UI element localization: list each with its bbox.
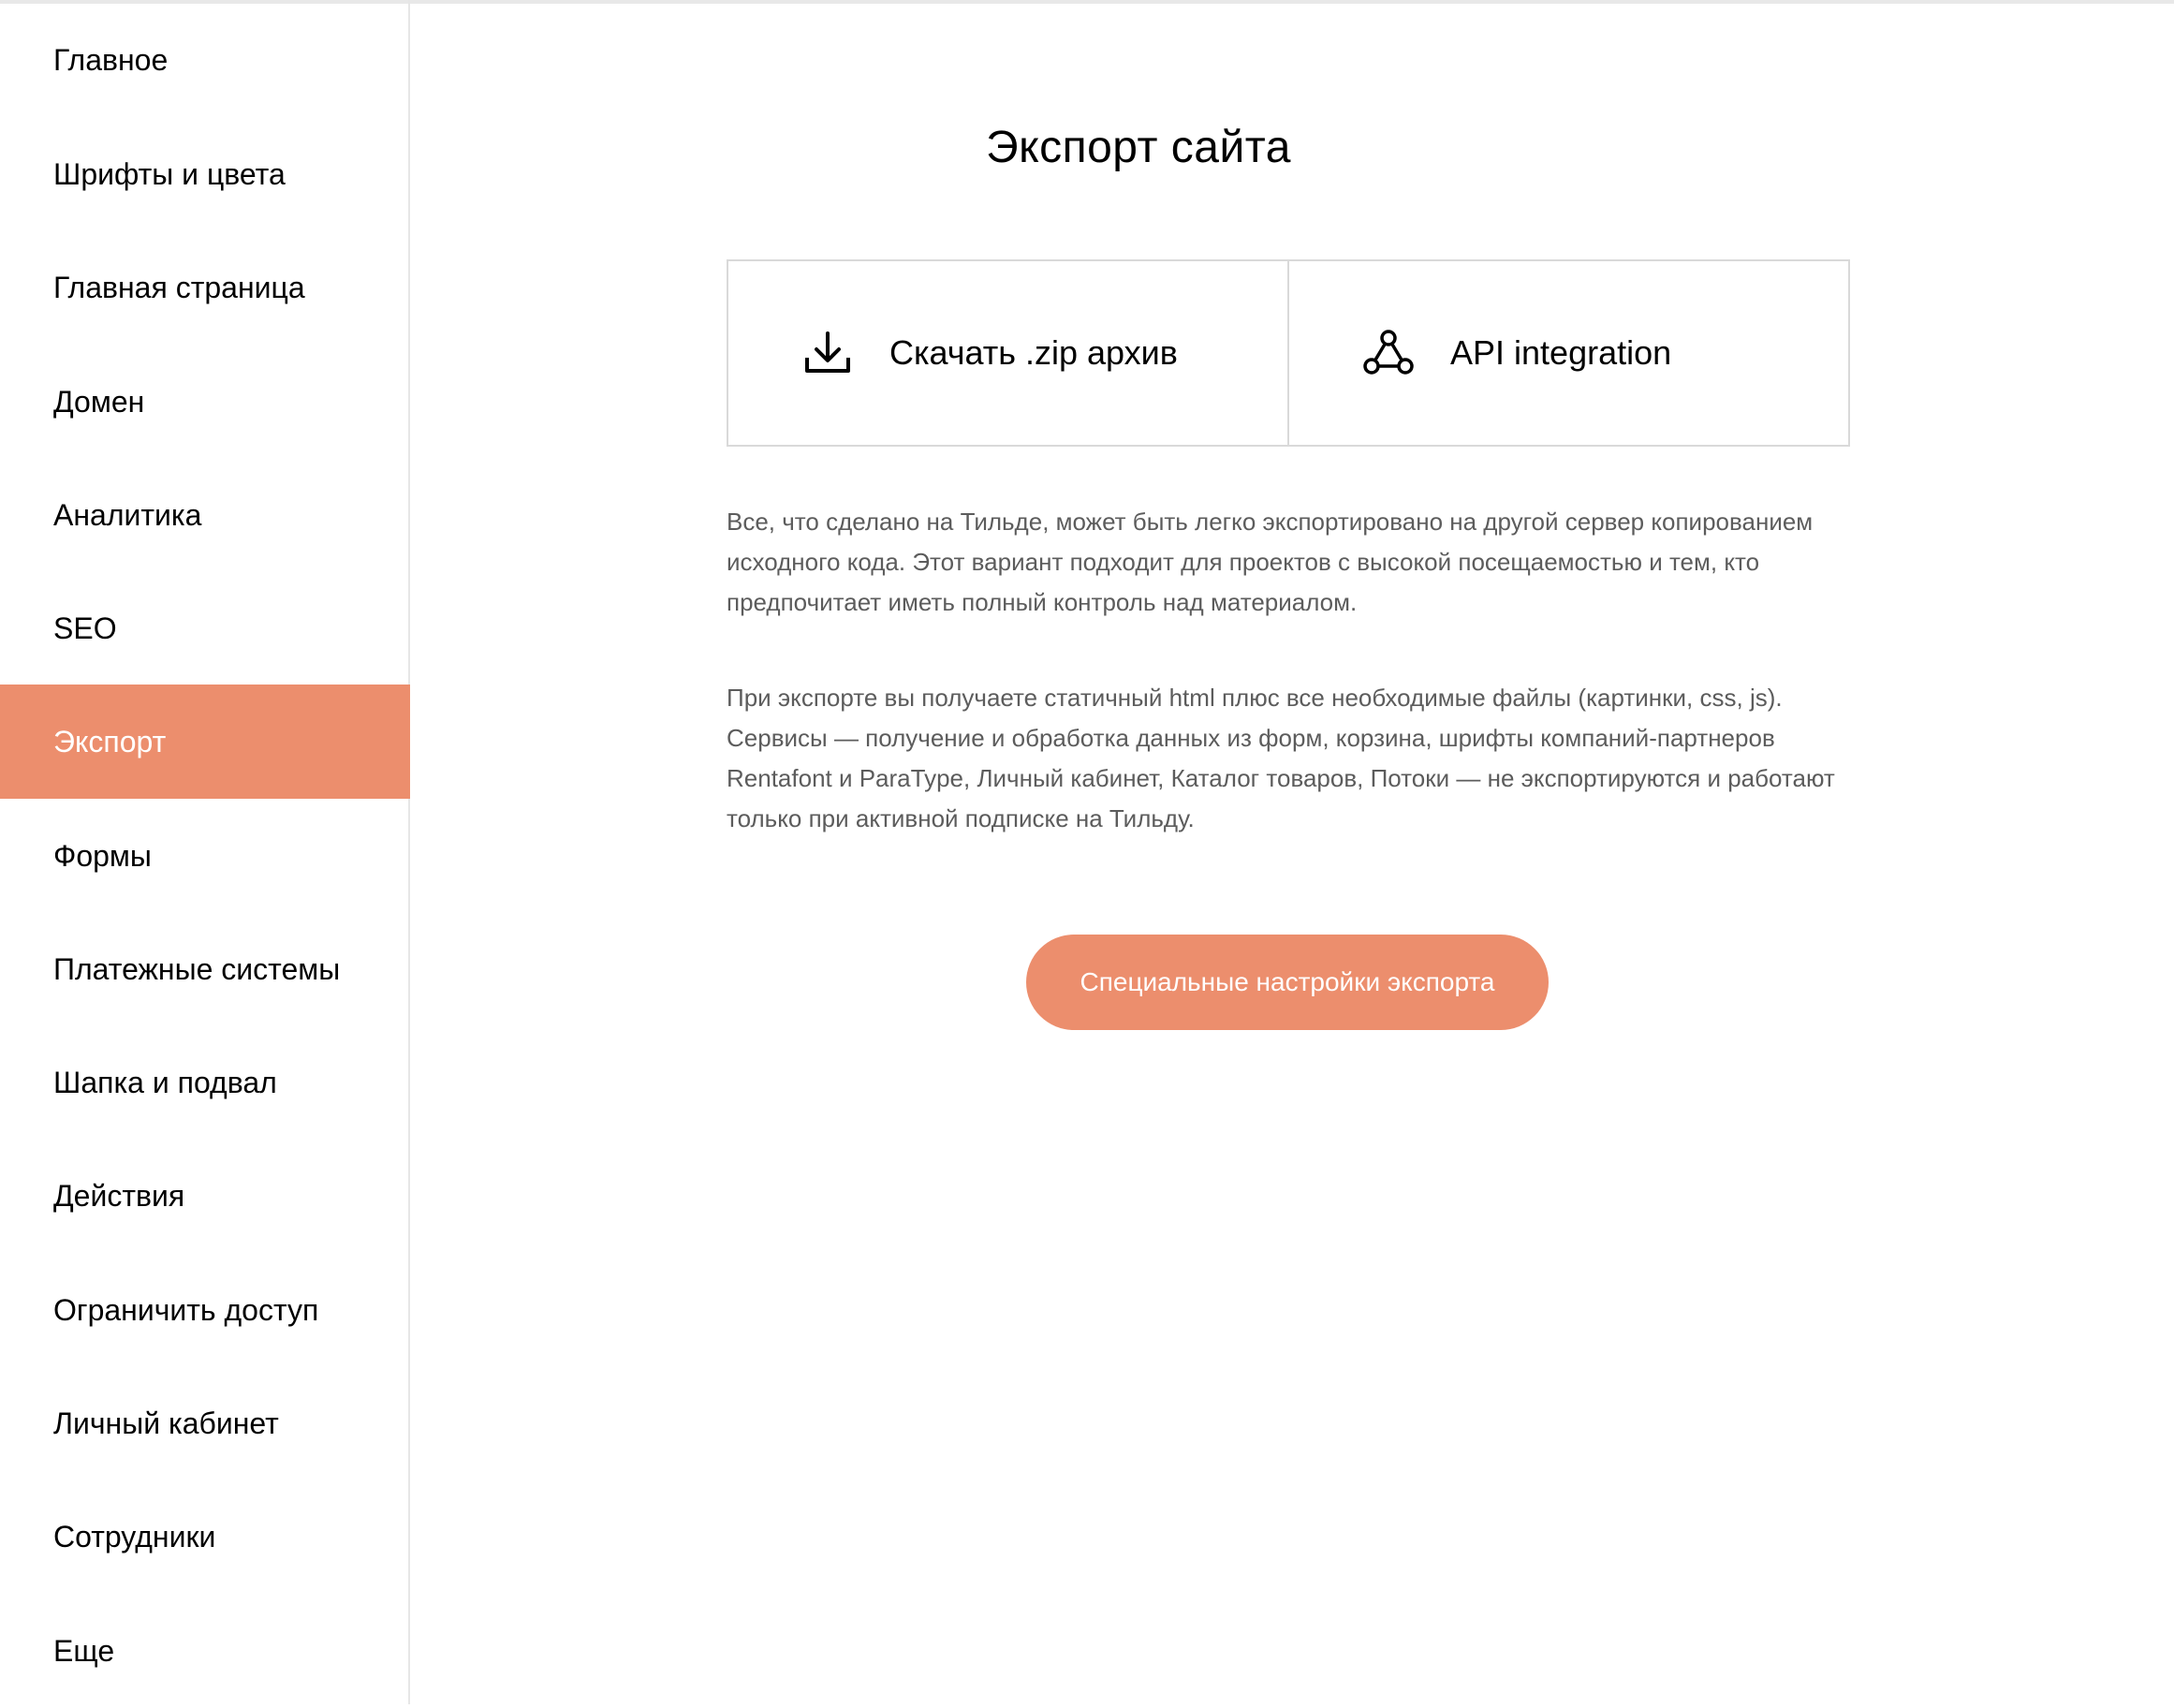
page-title: Экспорт сайта — [986, 123, 1291, 172]
export-description: Все, что сделано на Тильде, может быть л… — [727, 508, 1814, 616]
sidebar-item-fonts-colors[interactable]: Шрифты и цвета — [0, 117, 410, 231]
export-options: Скачать .zip архив API integration — [727, 259, 1850, 447]
download-zip-label: Скачать .zip архив — [889, 333, 1178, 372]
sidebar-item-analytics[interactable]: Аналитика — [0, 458, 410, 572]
settings-sidebar: Главное Шрифты и цвета Главная страница … — [0, 0, 410, 1704]
api-integration-icon — [1359, 323, 1418, 383]
sidebar-item-forms[interactable]: Формы — [0, 799, 410, 913]
sidebar-item-actions[interactable]: Действия — [0, 1139, 410, 1253]
sidebar-item-label: Сотрудники — [53, 1519, 216, 1553]
sidebar-item-label: Домен — [53, 384, 145, 419]
export-services-note: При экспорте вы получаете статичный html… — [727, 684, 1835, 832]
sidebar-item-domain[interactable]: Домен — [0, 345, 410, 459]
sidebar-item-label: Личный кабинет — [53, 1406, 279, 1440]
sidebar-item-personal-account[interactable]: Личный кабинет — [0, 1366, 410, 1480]
sidebar-item-label: Главное — [53, 42, 169, 77]
sidebar-item-label: SEO — [53, 611, 117, 645]
api-integration-button[interactable]: API integration — [1287, 261, 1848, 445]
api-integration-label: API integration — [1450, 333, 1672, 372]
sidebar-item-export[interactable]: Экспорт — [0, 685, 410, 799]
sidebar-item-main[interactable]: Главное — [0, 3, 410, 117]
sidebar-item-label: Главная страница — [53, 270, 305, 304]
sidebar-item-header-footer[interactable]: Шапка и подвал — [0, 1025, 410, 1140]
download-icon — [798, 323, 858, 383]
sidebar-item-seo[interactable]: SEO — [0, 571, 410, 685]
sidebar-item-label: Ограничить доступ — [53, 1292, 319, 1327]
export-panel: Экспорт сайта Скачать .zip архив API int… — [412, 0, 2174, 1704]
sidebar-item-payment-systems[interactable]: Платежные системы — [0, 912, 410, 1026]
sidebar-item-label: Платежные системы — [53, 951, 341, 986]
sidebar-item-employees[interactable]: Сотрудники — [0, 1480, 410, 1594]
sidebar-item-restrict-access[interactable]: Ограничить доступ — [0, 1253, 410, 1367]
download-zip-button[interactable]: Скачать .zip архив — [728, 261, 1287, 445]
sidebar-item-label: Аналитика — [53, 497, 202, 532]
sidebar-item-label: Формы — [53, 838, 152, 873]
special-export-settings-button[interactable]: Специальные настройки экспорта — [1026, 935, 1549, 1030]
sidebar-item-label: Действия — [53, 1178, 185, 1213]
sidebar-item-label: Еще — [53, 1633, 115, 1668]
sidebar-item-home-page[interactable]: Главная страница — [0, 230, 410, 345]
sidebar-item-label: Шрифты и цвета — [53, 156, 286, 191]
sidebar-item-label: Экспорт — [53, 724, 167, 758]
sidebar-item-more[interactable]: Еще — [0, 1594, 410, 1708]
sidebar-item-label: Шапка и подвал — [53, 1065, 277, 1099]
